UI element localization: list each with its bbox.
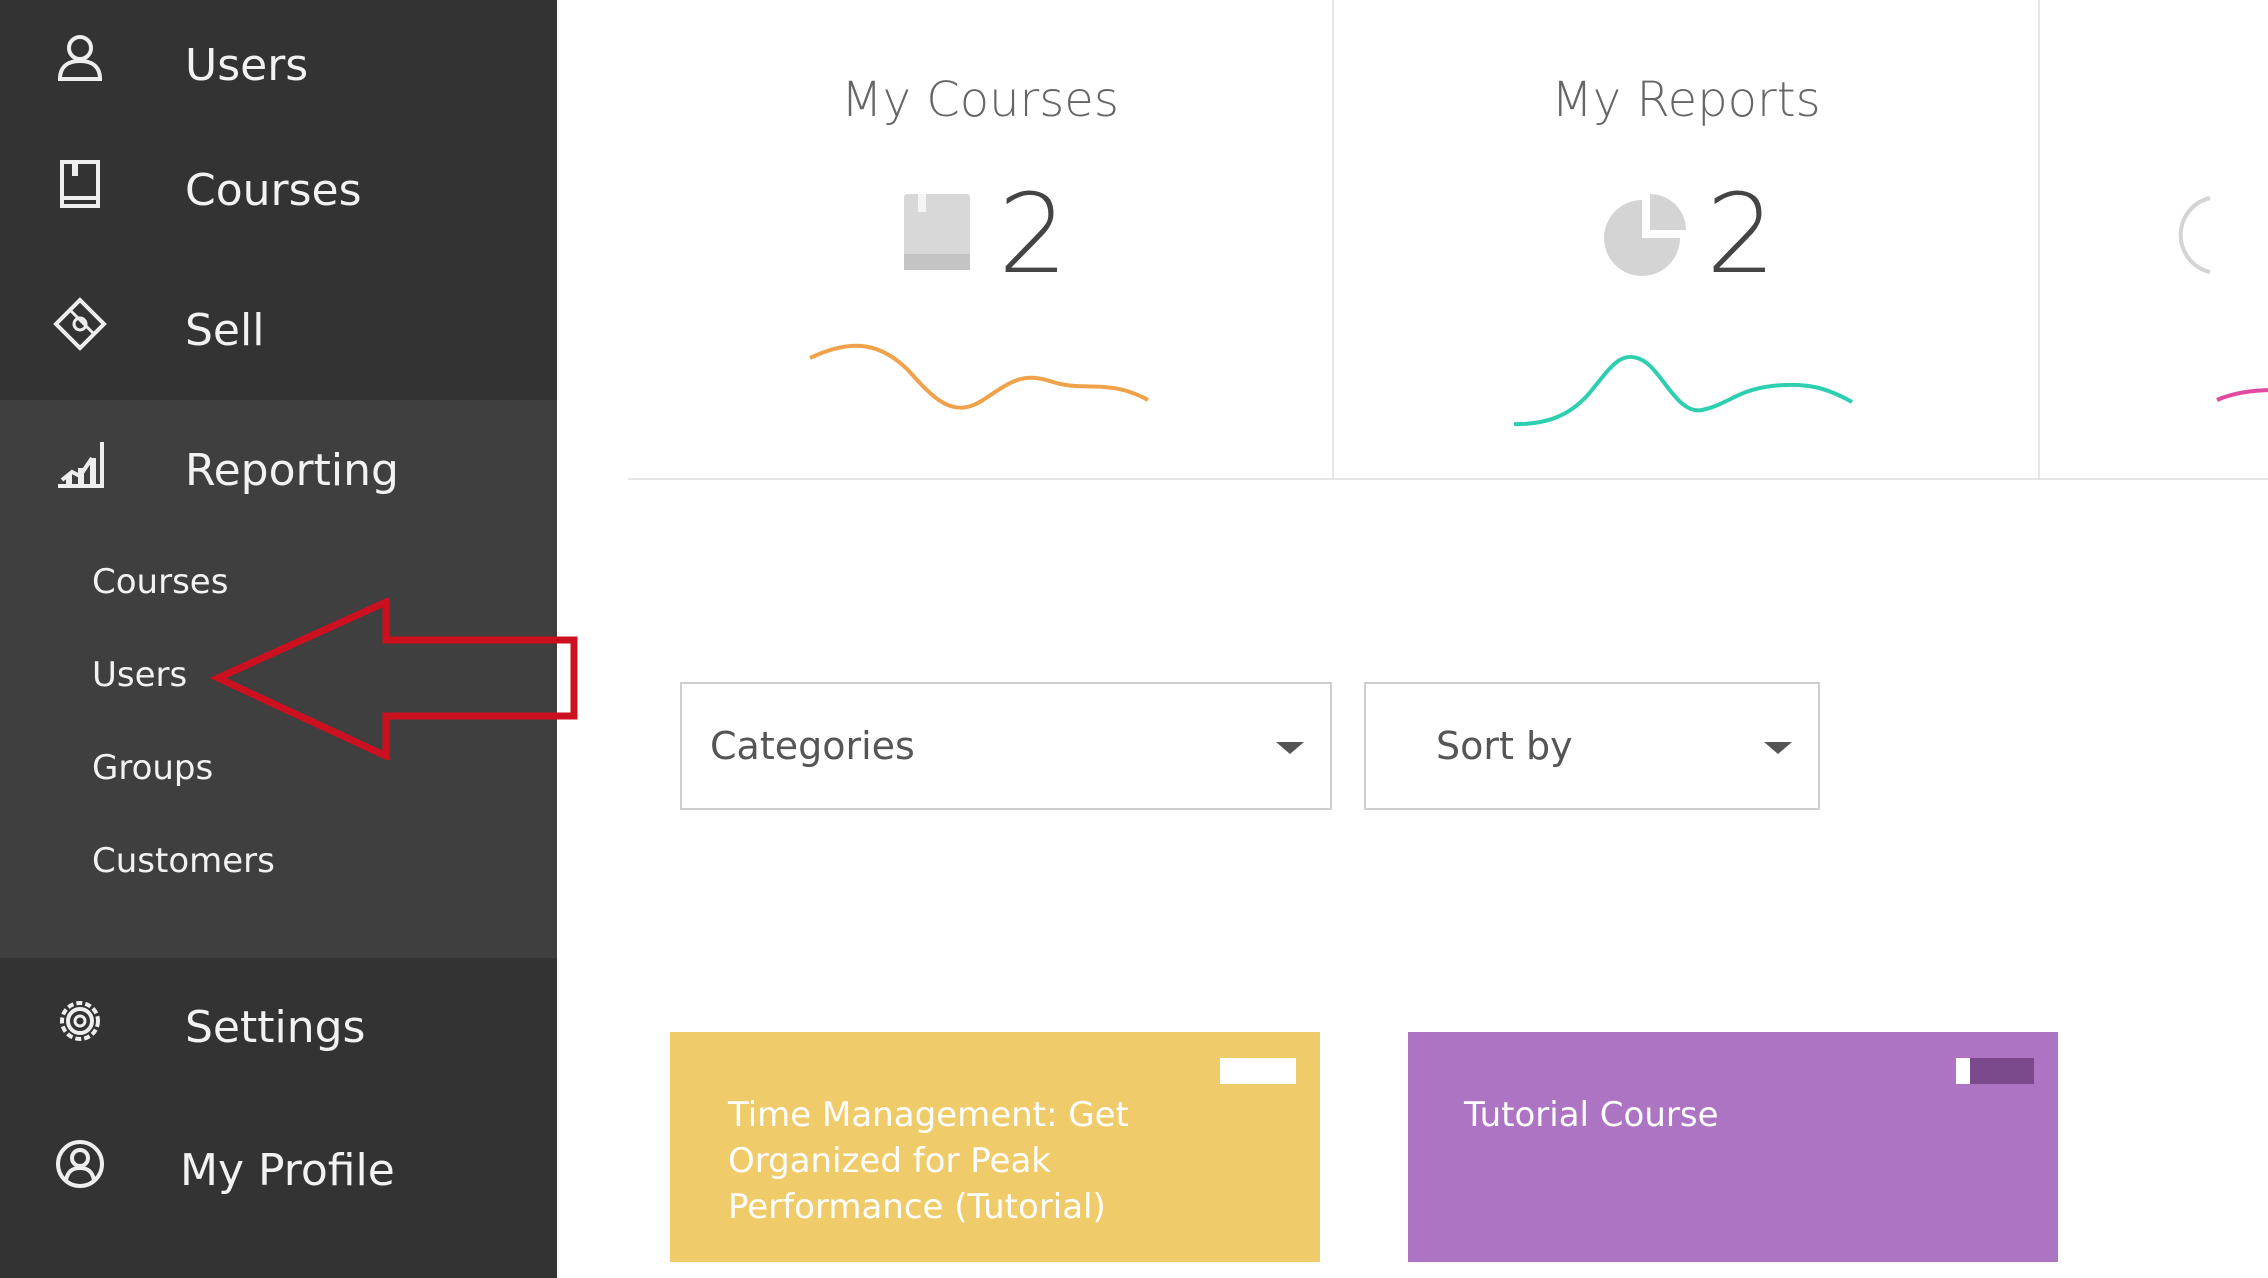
categories-select[interactable]: Categories <box>680 682 1332 810</box>
sparkline-pink <box>2216 388 2268 402</box>
sidebar-item-label: Reporting <box>185 444 399 496</box>
sidebar-item-label: Users <box>185 39 309 91</box>
categories-select-value: Categories <box>710 724 915 768</box>
sidebar-subitem-groups[interactable]: Groups <box>92 748 213 788</box>
course-title: Time Management: Get Organized for Peak … <box>728 1095 1129 1227</box>
ticket-icon <box>52 296 108 352</box>
course-tag <box>1956 1058 2034 1084</box>
sidebar-subitem-customers[interactable]: Customers <box>92 841 275 881</box>
course-card-tutorial[interactable]: Tutorial Course <box>1408 1032 2058 1262</box>
sidebar-subitem-courses[interactable]: Courses <box>92 562 228 602</box>
user-icon <box>52 31 108 87</box>
sparkline-teal <box>1513 354 1853 427</box>
stats-row: My Courses 2 My Reports 2 <box>628 0 2268 480</box>
profile-icon <box>52 1136 108 1192</box>
stat-card-my-reports[interactable]: My Reports 2 <box>1334 0 2040 478</box>
sparkline-orange <box>809 343 1149 410</box>
stat-title: My Courses <box>841 72 1119 128</box>
sidebar-subitem-users[interactable]: Users <box>92 655 187 695</box>
stat-card-partial[interactable] <box>2040 0 2268 478</box>
sidebar-item-sell[interactable]: Sell <box>0 265 557 395</box>
chart-icon <box>52 436 108 492</box>
course-tag <box>1220 1058 1296 1084</box>
circle-icon <box>2178 196 2211 274</box>
chevron-down-icon <box>1276 742 1304 754</box>
stat-card-my-courses[interactable]: My Courses 2 <box>628 0 1334 478</box>
sidebar-item-label: Courses <box>185 164 362 216</box>
sidebar-item-reporting[interactable]: Reporting <box>0 405 557 535</box>
sort-by-select[interactable]: Sort by <box>1364 682 1820 810</box>
sidebar-item-label: Settings <box>185 1001 366 1053</box>
sidebar-item-label: My Profile <box>180 1144 395 1196</box>
stat-value: 2 <box>1706 170 1776 298</box>
course-title: Tutorial Course <box>1464 1095 1719 1135</box>
sidebar-item-settings[interactable]: Settings <box>0 962 557 1092</box>
course-card-time-management[interactable]: Time Management: Get Organized for Peak … <box>670 1032 1320 1262</box>
stat-value: 2 <box>998 170 1068 298</box>
pie-chart-icon <box>1604 194 1686 276</box>
chevron-down-icon <box>1764 742 1792 754</box>
sidebar-item-courses[interactable]: Courses <box>0 125 557 255</box>
sort-by-select-value: Sort by <box>1436 724 1573 768</box>
sidebar-item-users[interactable]: Users <box>0 0 557 130</box>
book-icon <box>904 194 970 270</box>
book-icon <box>52 156 108 212</box>
sidebar-item-my-profile[interactable]: My Profile <box>0 1105 557 1235</box>
annotation-arrow-icon <box>210 598 578 760</box>
gear-icon <box>52 993 108 1049</box>
stat-title: My Reports <box>1551 72 1821 128</box>
sidebar-item-label: Sell <box>185 304 265 356</box>
